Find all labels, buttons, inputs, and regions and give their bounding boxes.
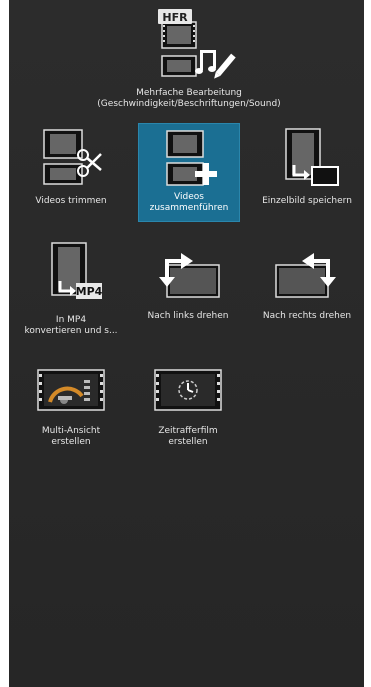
save-frame-label: Einzelbild speichern: [262, 196, 352, 206]
trim-videos-label: Videos trimmen: [35, 196, 107, 206]
rotate-right-label: Nach rechts drehen: [262, 311, 352, 321]
merge-videos-tool[interactable]: Videos zusammenführen: [138, 123, 240, 222]
multi-view-tool[interactable]: Multi-Ansicht erstellen: [23, 362, 119, 458]
multi-edit-line2: (Geschwindigkeit/Beschriftungen/Sound): [97, 99, 281, 109]
rotate-left-icon: [159, 253, 220, 298]
scissors-film-icon: [43, 129, 102, 185]
multi-view-icon: [37, 369, 105, 411]
multi-view-line2: erstellen: [51, 437, 91, 447]
rotate-left-label: Nach links drehen: [147, 311, 229, 321]
merge-line1: Videos: [174, 192, 204, 202]
convert-mp4-label: In MP4 konvertieren und s...: [23, 315, 119, 337]
mp4-line2: konvertieren und s...: [24, 326, 118, 336]
tool-panel: HFR Mehrfache Bearbeitung (Geschwindigke…: [9, 0, 364, 687]
rotate-right-icon: [275, 253, 336, 298]
merge-plus-icon: [166, 130, 217, 186]
multi-view-line1: Multi-Ansicht: [41, 426, 101, 436]
timelapse-line2: erstellen: [168, 437, 208, 447]
timelapse-icon: [154, 369, 222, 411]
merge-line2: zusammenführen: [149, 203, 229, 213]
mp4-badge: MP4: [76, 285, 103, 298]
save-frame-icon: [285, 128, 339, 186]
multi-view-label: Multi-Ansicht erstellen: [23, 426, 119, 448]
mp4-line1: In MP4: [55, 315, 87, 325]
timelapse-label: Zeitrafferfilm erstellen: [138, 426, 238, 448]
multi-edit-line1: Mehrfache Bearbeitung: [136, 88, 242, 98]
trim-videos-tool[interactable]: Videos trimmen: [23, 124, 119, 222]
multi-edit-label: Mehrfache Bearbeitung (Geschwindigkeit/B…: [89, 88, 289, 110]
mp4-convert-icon: MP4: [51, 242, 103, 299]
save-frame-tool[interactable]: Einzelbild speichern: [249, 124, 365, 222]
multi-edit-icon: HFR: [158, 9, 236, 79]
convert-mp4-tool[interactable]: MP4 In MP4 konvertieren und s...: [23, 241, 119, 341]
merge-videos-label: Videos zusammenführen: [139, 192, 239, 214]
multi-edit-tool[interactable]: HFR Mehrfache Bearbeitung (Geschwindigke…: [89, 8, 289, 110]
rotate-left-tool[interactable]: Nach links drehen: [138, 245, 238, 335]
hfr-badge: HFR: [162, 11, 188, 24]
timelapse-line1: Zeitrafferfilm: [158, 426, 218, 436]
rotate-right-tool[interactable]: Nach rechts drehen: [249, 245, 365, 335]
timelapse-tool[interactable]: Zeitrafferfilm erstellen: [138, 362, 238, 458]
